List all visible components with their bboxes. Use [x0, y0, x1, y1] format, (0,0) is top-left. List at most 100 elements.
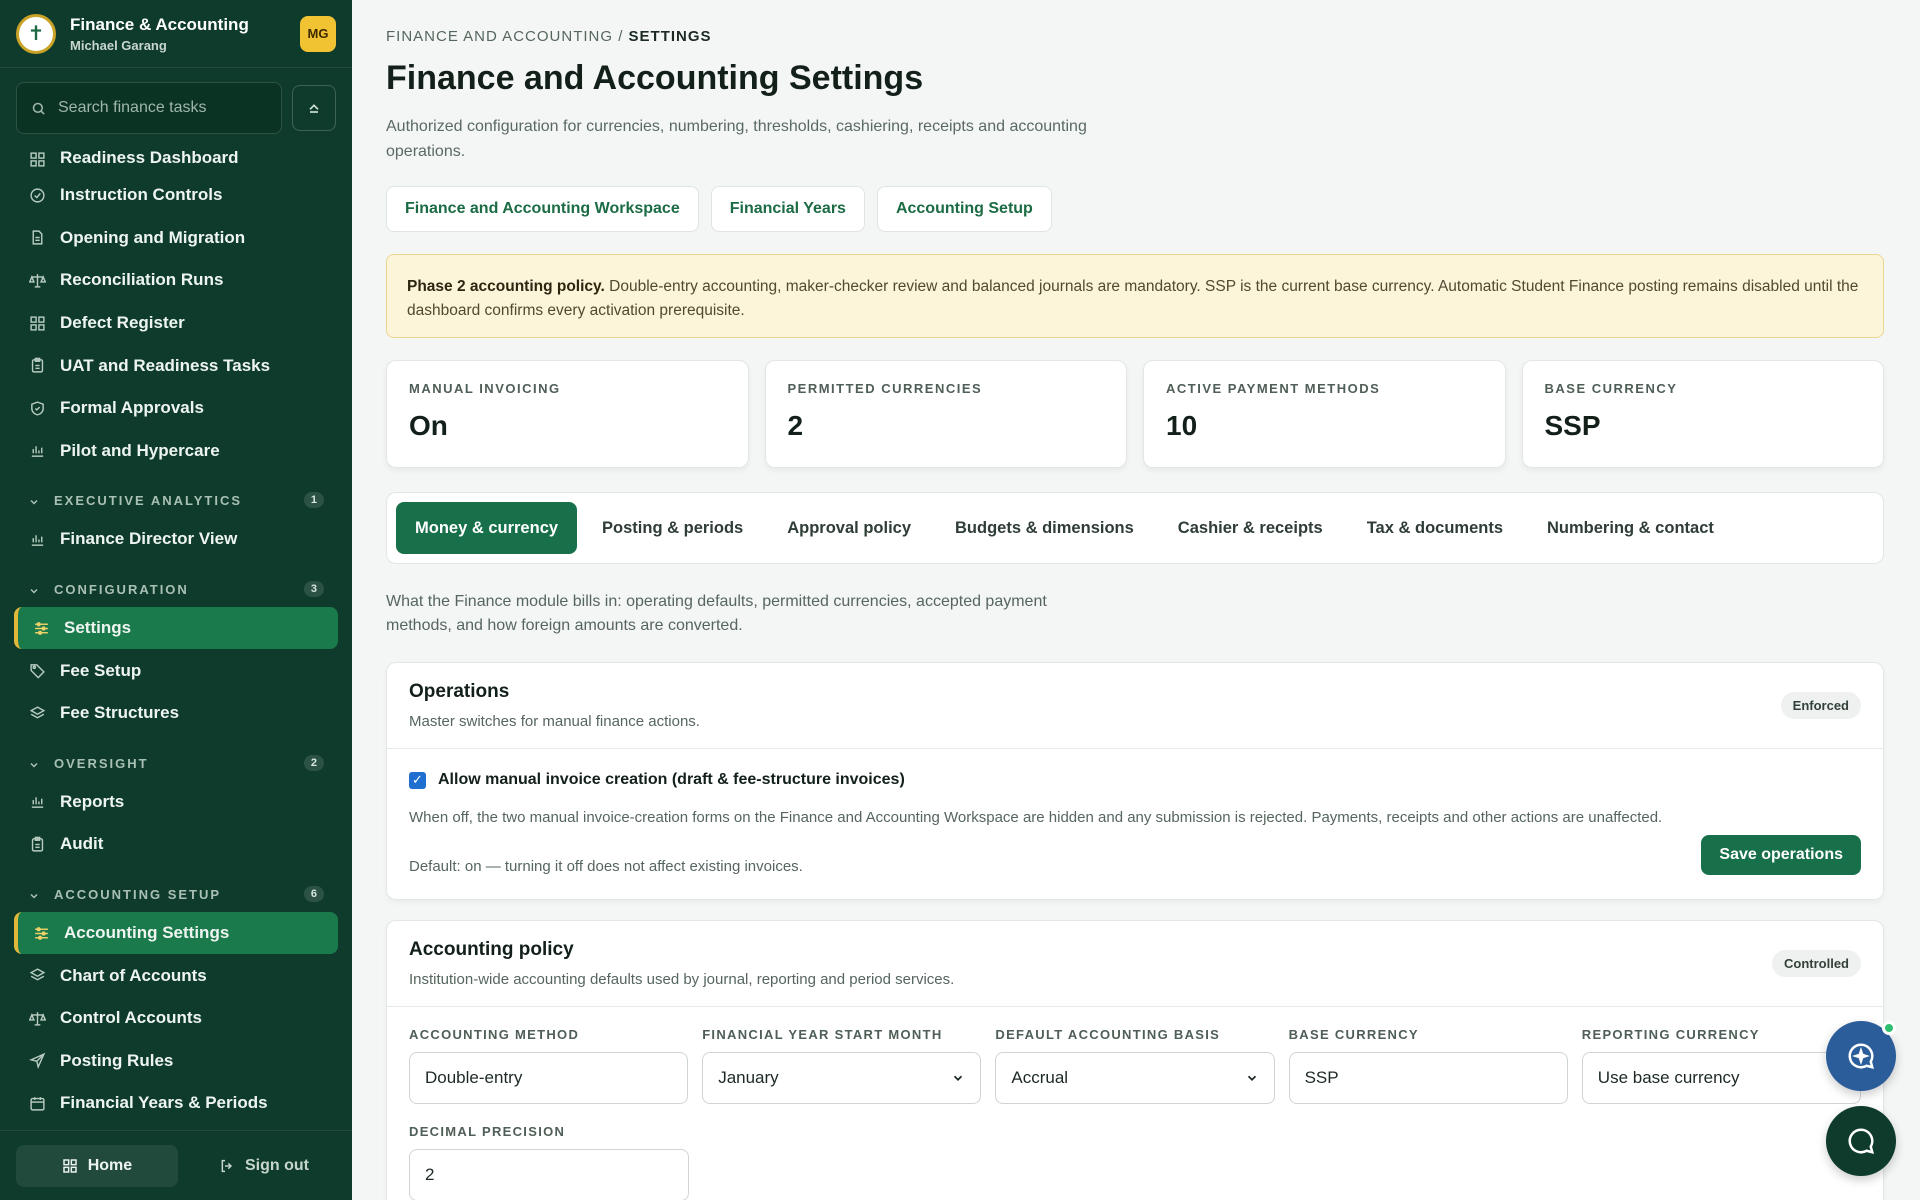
- tab-budgets-dimensions[interactable]: Budgets & dimensions: [936, 502, 1153, 554]
- section-count: 1: [303, 492, 324, 509]
- sidebar-item-uat-and-readiness-tasks[interactable]: UAT and Readiness Tasks: [0, 344, 352, 387]
- sidebar-section-oversight[interactable]: OVERSIGHT 2: [0, 735, 352, 781]
- tab-money-currency[interactable]: Money & currency: [396, 502, 578, 554]
- home-label: Home: [87, 1156, 133, 1174]
- sidebar-item-fee-structures[interactable]: Fee Structures: [0, 692, 352, 735]
- stat-label: BASE CURRENCY: [1544, 381, 1678, 396]
- chevron-down-icon: [1247, 1075, 1256, 1081]
- accounting-policy-title: Accounting policy: [409, 939, 574, 960]
- sidebar-item-formal-approvals[interactable]: Formal Approvals: [0, 387, 352, 430]
- sidebar-item-reconciliation-runs[interactable]: Reconciliation Runs: [0, 259, 352, 302]
- breadcrumb-parent[interactable]: FINANCE AND ACCOUNTING: [386, 28, 613, 45]
- sidebar-item-label: Opening and Migration: [60, 227, 246, 247]
- sidebar-item-opening-and-migration[interactable]: Opening and Migration: [0, 217, 352, 260]
- sidebar-item-pilot-and-hypercare[interactable]: Pilot and Hypercare: [0, 430, 352, 473]
- stat-card-permitted-currencies: PERMITTED CURRENCIES 2: [764, 360, 1127, 468]
- sidebar-item-label: Settings: [64, 618, 132, 638]
- layers-icon: [29, 968, 45, 981]
- nav-icon: [28, 229, 46, 247]
- manual-invoice-default: Default: on — turning it off does not af…: [409, 858, 803, 875]
- user-name: Michael Garang: [70, 37, 167, 53]
- operations-body: ✓ Allow manual invoice creation (draft &…: [387, 749, 1883, 899]
- select-default-accounting-basis[interactable]: Accrual: [995, 1052, 1275, 1104]
- institution-logo: ✝: [16, 13, 56, 54]
- assistant-button[interactable]: [1826, 1021, 1896, 1091]
- shield-check-icon: [30, 401, 44, 416]
- tab-cashier-receipts[interactable]: Cashier & receipts: [1159, 502, 1342, 554]
- field-value: SSP: [1304, 1068, 1339, 1087]
- chat-button[interactable]: [1826, 1106, 1896, 1176]
- sidebar-item-fee-setup[interactable]: Fee Setup: [0, 649, 352, 692]
- nav-icon: [28, 530, 46, 548]
- sidebar-item-financial-years-periods[interactable]: Financial Years & Periods: [0, 1082, 352, 1125]
- nav-icon: [28, 704, 46, 722]
- sidebar-search-row: Search finance tasks: [0, 68, 352, 144]
- operations-header: Operations Master switches for manual fi…: [387, 663, 1883, 749]
- link-financial-years[interactable]: Financial Years: [710, 186, 865, 232]
- sidebar-item-control-accounts[interactable]: Control Accounts: [0, 997, 352, 1040]
- nav-icon: [28, 662, 46, 680]
- home-button[interactable]: Home: [16, 1144, 178, 1187]
- tab-tax-documents[interactable]: Tax & documents: [1348, 502, 1522, 554]
- field-label: DEFAULT ACCOUNTING BASIS: [995, 1027, 1221, 1042]
- collapse-button[interactable]: [292, 85, 336, 131]
- sidebar-item-accounting-settings[interactable]: Accounting Settings: [14, 911, 338, 955]
- sidebar-item-label: Readiness Dashboard: [60, 148, 239, 167]
- decimal-precision-input[interactable]: 2: [409, 1149, 689, 1200]
- sidebar-item-chart-of-accounts[interactable]: Chart of Accounts: [0, 954, 352, 997]
- stat-value: 2: [787, 410, 804, 441]
- stat-card-active-payment-methods: ACTIVE PAYMENT METHODS 10: [1143, 360, 1506, 468]
- field-label: ACCOUNTING METHOD: [409, 1027, 580, 1042]
- sidebar-item-audit[interactable]: Audit: [0, 823, 352, 866]
- chat-icon: [1848, 1128, 1875, 1155]
- input-accounting-method[interactable]: Double-entry: [409, 1052, 689, 1104]
- tab-posting-periods[interactable]: Posting & periods: [583, 502, 762, 554]
- nav-icon: [28, 399, 46, 417]
- link-accounting-setup[interactable]: Accounting Setup: [876, 186, 1052, 232]
- stat-label: MANUAL INVOICING: [409, 381, 561, 396]
- select-financial-year-start-month[interactable]: January: [702, 1052, 982, 1104]
- layers-icon: [29, 706, 45, 719]
- sign-out-button[interactable]: Sign out: [192, 1145, 336, 1187]
- clipboard-icon: [31, 836, 43, 852]
- calendar-icon: [29, 1097, 45, 1111]
- manual-invoice-label: Allow manual invoice creation (draft & f…: [438, 771, 905, 788]
- quick-links: Finance and Accounting Workspace Financia…: [386, 186, 1884, 232]
- nav-icon: [28, 967, 46, 985]
- sidebar-item-readiness-dashboard[interactable]: Readiness Dashboard: [0, 140, 352, 174]
- settings-tabs: Money & currency Posting & periods Approva…: [386, 492, 1884, 564]
- sidebar-item-label: Instruction Controls: [60, 185, 223, 205]
- search-input[interactable]: Search finance tasks: [16, 82, 282, 134]
- tab-numbering-contact[interactable]: Numbering & contact: [1528, 502, 1733, 554]
- nav-icon: [28, 1052, 46, 1070]
- sidebar-item-label: Chart of Accounts: [60, 965, 207, 985]
- avatar[interactable]: MG: [300, 15, 336, 52]
- accounting-policy-panel: Accounting policy Institution-wide accou…: [386, 920, 1884, 1200]
- field-label: REPORTING CURRENCY: [1581, 1027, 1760, 1042]
- sidebar-item-reports[interactable]: Reports: [0, 781, 352, 824]
- sign-out-icon: [221, 1159, 232, 1172]
- manual-invoice-toggle[interactable]: ✓ Allow manual invoice creation (draft &…: [409, 771, 1861, 789]
- chevron-down-icon: [30, 588, 38, 594]
- sidebar-section-configuration[interactable]: CONFIGURATION 3: [0, 561, 352, 607]
- sidebar-section-accounting-setup[interactable]: ACCOUNTING SETUP 6: [0, 866, 352, 912]
- sidebar-section-executive-analytics[interactable]: EXECUTIVE ANALYTICS 1: [0, 472, 352, 518]
- checkbox-checked-icon[interactable]: ✓: [409, 771, 426, 789]
- link-finance-and-accounting-workspace[interactable]: Finance and Accounting Workspace: [386, 186, 699, 232]
- sidebar-item-finance-director-view[interactable]: Finance Director View: [0, 518, 352, 561]
- sidebar-item-instruction-controls[interactable]: Instruction Controls: [0, 174, 352, 217]
- accounting-policy-body: ACCOUNTING METHOD Double-entry FINANCIAL Y…: [387, 1007, 1883, 1200]
- sidebar-item-posting-rules[interactable]: Posting Rules: [0, 1040, 352, 1083]
- tab-description: What the Finance module bills in: operat…: [386, 593, 1047, 634]
- section-count: 2: [303, 754, 324, 771]
- save-operations-button[interactable]: Save operations: [1701, 835, 1861, 875]
- sliders-icon: [34, 621, 48, 635]
- sidebar-item-defect-register[interactable]: Defect Register: [0, 302, 352, 345]
- tab-approval-policy[interactable]: Approval policy: [768, 502, 930, 554]
- sidebar-item-settings[interactable]: Settings: [14, 606, 338, 650]
- chevron-up-icon: [309, 104, 319, 113]
- field-label: BASE CURRENCY: [1288, 1027, 1419, 1042]
- select-reporting-currency[interactable]: Use base currency: [1581, 1052, 1861, 1104]
- stat-card-manual-invoicing: MANUAL INVOICING On: [386, 360, 749, 468]
- input-base-currency[interactable]: SSP: [1288, 1052, 1568, 1104]
